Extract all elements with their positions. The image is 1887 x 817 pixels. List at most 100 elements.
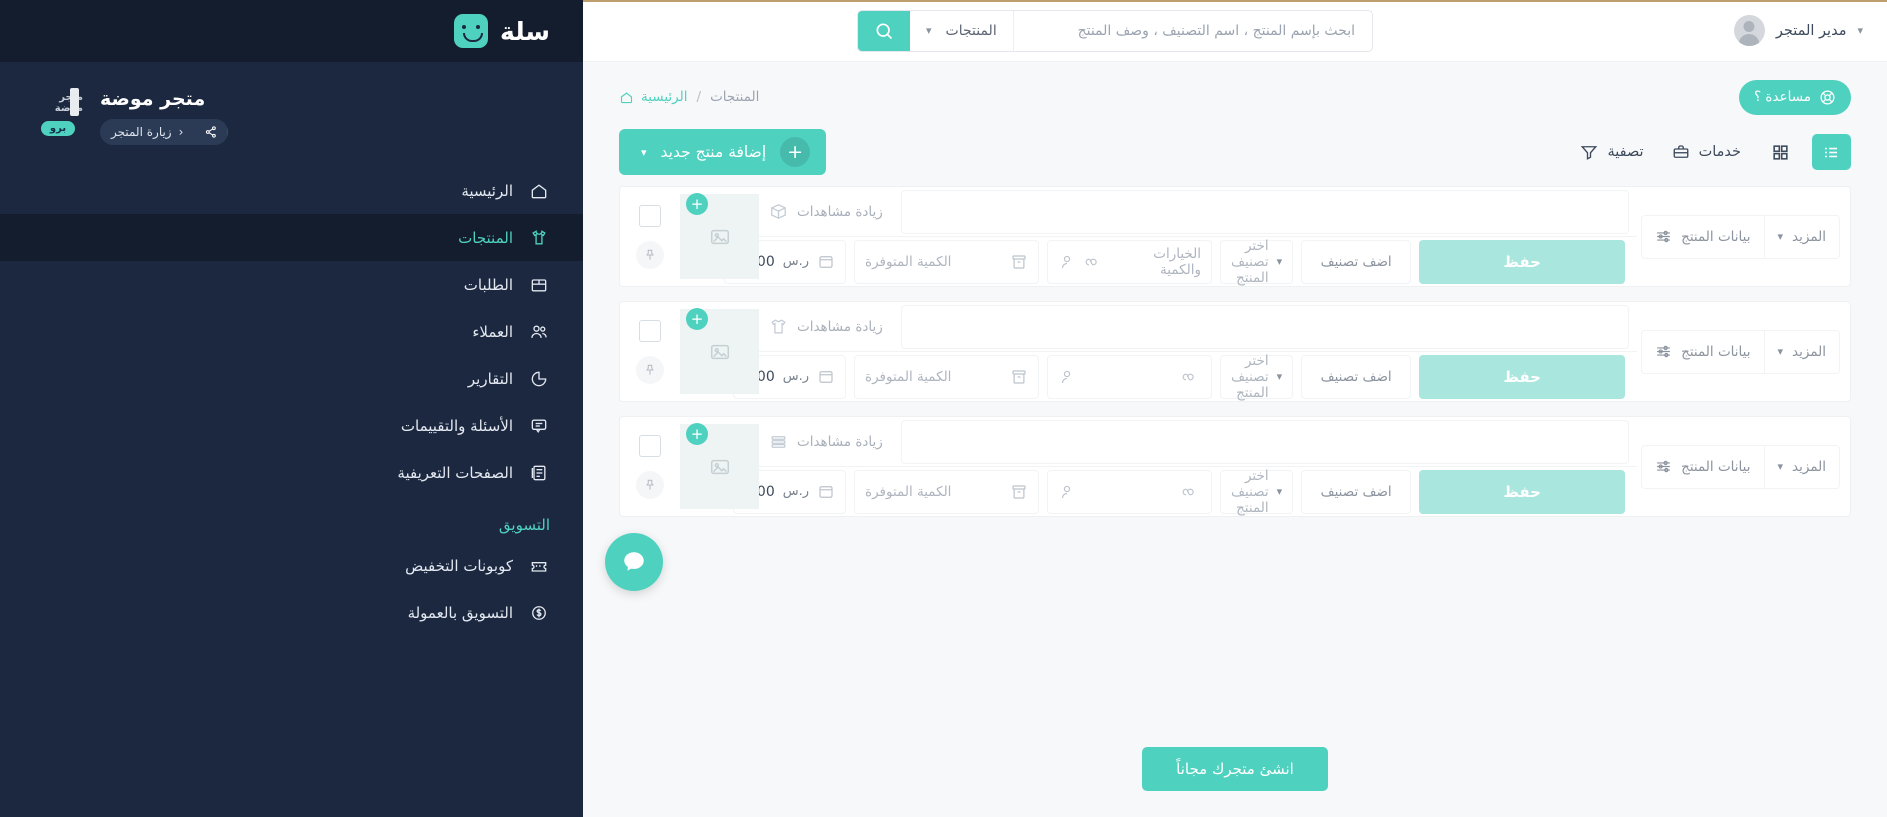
top-bar: ▾ مدير المتجر المنتجات ▾ (583, 0, 1887, 62)
bottom-cta-bar: انشئ متجرك مجاناً (583, 721, 1887, 817)
product-thumbnail[interactable]: + (680, 302, 759, 401)
category-placeholder: اختر تصنيف المنتج (1231, 352, 1269, 401)
save-button[interactable]: حفظ (1419, 239, 1626, 284)
app-root: ▾ مدير المتجر المنتجات ▾ (0, 0, 1887, 817)
help-button[interactable]: مساعدة ؟ (1738, 79, 1851, 115)
product-data-button[interactable]: بيانات المنتج (1642, 215, 1765, 258)
sidebar-item-coupons[interactable]: كوبونات التخفيض (0, 542, 583, 589)
quantity-input[interactable]: الكمية المتوفرة (854, 354, 1040, 399)
visit-store-button[interactable]: ‹ زيارة المتجر (100, 119, 194, 145)
pin-button[interactable] (636, 470, 664, 499)
product-name-input[interactable] (900, 304, 1630, 349)
sidebar-item-pages[interactable]: الصفحات التعريفية (0, 449, 583, 496)
product-data-button[interactable]: بيانات المنتج (1642, 445, 1765, 488)
action-row: خدمات تصفية + إضافة منتج جديد ▾ (619, 124, 1851, 180)
sidebar-item-products[interactable]: المنتجات (0, 214, 583, 261)
sliders-icon (1657, 460, 1671, 473)
stack-icon (771, 436, 786, 448)
views-tag[interactable]: زيادة مشاهدات (759, 202, 893, 221)
views-tag[interactable]: زيادة مشاهدات (759, 432, 893, 451)
infinity-icon (1181, 370, 1201, 384)
row-checkbox[interactable] (639, 434, 661, 457)
views-tag[interactable]: زيادة مشاهدات (759, 317, 893, 336)
sidebar-item-customers[interactable]: العملاء (0, 308, 583, 355)
list-view-button[interactable] (1812, 134, 1851, 170)
options-quantity-button[interactable] (1047, 469, 1213, 514)
pages-icon (528, 462, 550, 484)
sidebar-section-marketing: التسويق (498, 516, 550, 534)
options-quantity-button[interactable]: الخيارات والكمية (1047, 239, 1213, 284)
user-menu[interactable]: ▾ مدير المتجر (1733, 15, 1863, 46)
search-category-label: المنتجات (945, 22, 997, 39)
filter-button[interactable]: تصفية (1572, 143, 1651, 161)
search-input[interactable] (1030, 22, 1355, 39)
tag-icon (817, 253, 835, 271)
archive-icon (1010, 368, 1028, 386)
add-category-button[interactable]: اضف تصنيف (1301, 239, 1412, 284)
add-product-label: إضافة منتج جديد (660, 143, 767, 161)
save-button[interactable]: حفظ (1419, 469, 1626, 514)
sidebar-item-orders[interactable]: الطلبات (0, 261, 583, 308)
add-product-button[interactable]: + إضافة منتج جديد ▾ (619, 129, 827, 175)
quantity-input[interactable]: الكمية المتوفرة (854, 469, 1040, 514)
sidebar-item-home[interactable]: الرئيسية (0, 167, 583, 214)
thumb-add-button[interactable]: + (686, 193, 708, 215)
tag-icon (817, 483, 835, 501)
product-name-input[interactable] (900, 189, 1630, 234)
breadcrumb-home[interactable]: الرئيسية (619, 89, 688, 105)
add-category-label: اضف تصنيف (1320, 253, 1392, 270)
add-category-label: اضف تصنيف (1320, 483, 1392, 500)
services-button[interactable]: خدمات (1664, 143, 1749, 161)
category-select[interactable]: ▾ اختر تصنيف المنتج (1220, 238, 1294, 286)
search-category-select[interactable]: المنتجات ▾ (910, 10, 1013, 51)
brand-header[interactable]: سلة (0, 0, 583, 62)
pie-chart-icon (528, 368, 550, 390)
pin-button[interactable] (636, 355, 664, 384)
grid-view-button[interactable] (1761, 134, 1800, 170)
product-name-input[interactable] (900, 419, 1630, 464)
store-meta: متجر موضة ‹ زيارة المتجر (100, 88, 553, 145)
row-select (620, 187, 680, 286)
table-row: المزيد ▾ بيانات المنتج زيادة مشاهدات حفظ… (619, 186, 1851, 287)
thumb-add-button[interactable]: + (686, 423, 708, 445)
visit-store-label: زيارة المتجر (111, 125, 172, 139)
sidebar-item-reports[interactable]: التقارير (0, 355, 583, 402)
more-button[interactable]: المزيد ▾ (1765, 216, 1840, 258)
more-label: المزيد (1792, 343, 1826, 360)
options-quantity-button[interactable] (1047, 354, 1213, 399)
product-thumbnail[interactable]: + (680, 187, 759, 286)
more-button[interactable]: المزيد ▾ (1765, 446, 1840, 488)
add-category-button[interactable]: اضف تصنيف (1301, 469, 1412, 514)
quantity-placeholder: الكمية المتوفرة (865, 483, 952, 500)
sidebar-item-affiliate[interactable]: التسويق بالعمولة (0, 589, 583, 636)
content-area: مساعدة ؟ المنتجات / الرئيسية خدمات تصفية… (583, 62, 1887, 817)
sidebar: سلة متجر موضة ‹ زيارة المتجر موضة برو ال… (0, 0, 583, 817)
save-button[interactable]: حفظ (1419, 354, 1626, 399)
sidebar-item-questions-ratings[interactable]: الأسئلة والتقييمات (0, 402, 583, 449)
search-button[interactable] (858, 10, 910, 51)
store-logo-bar (70, 88, 79, 116)
row-checkbox[interactable] (639, 319, 661, 342)
image-icon (710, 229, 729, 244)
add-category-button[interactable]: اضف تصنيف (1301, 354, 1412, 399)
sidebar-nav: الرئيسية المنتجات الطلبات العملاء التقار… (0, 167, 583, 817)
thumb-add-button[interactable]: + (686, 308, 708, 330)
row-checkbox[interactable] (639, 204, 661, 227)
pin-button[interactable] (636, 240, 664, 269)
share-button[interactable] (194, 119, 229, 145)
quantity-input[interactable]: الكمية المتوفرة (854, 239, 1040, 284)
category-select[interactable]: ▾ اختر تصنيف المنتج (1220, 468, 1294, 516)
chat-launcher[interactable] (605, 533, 663, 591)
row-body: زيادة مشاهدات حفظ اضف تصنيف ▾ اختر تصنيف… (723, 187, 1638, 286)
product-thumbnail[interactable]: + (680, 417, 759, 516)
product-data-label: بيانات المنتج (1681, 228, 1751, 245)
product-data-button[interactable]: بيانات المنتج (1642, 330, 1765, 373)
layers-icon (1058, 253, 1076, 271)
sidebar-item-label: الأسئلة والتقييمات (400, 416, 513, 435)
row-bottom: حفظ اضف تصنيف ▾ اختر تصنيف المنتج الكمية… (732, 467, 1637, 516)
more-button[interactable]: المزيد ▾ (1765, 331, 1840, 373)
create-store-button[interactable]: انشئ متجرك مجاناً (1142, 747, 1328, 791)
image-icon (710, 344, 729, 359)
category-select[interactable]: ▾ اختر تصنيف المنتج (1220, 352, 1294, 401)
row-select (620, 302, 680, 401)
